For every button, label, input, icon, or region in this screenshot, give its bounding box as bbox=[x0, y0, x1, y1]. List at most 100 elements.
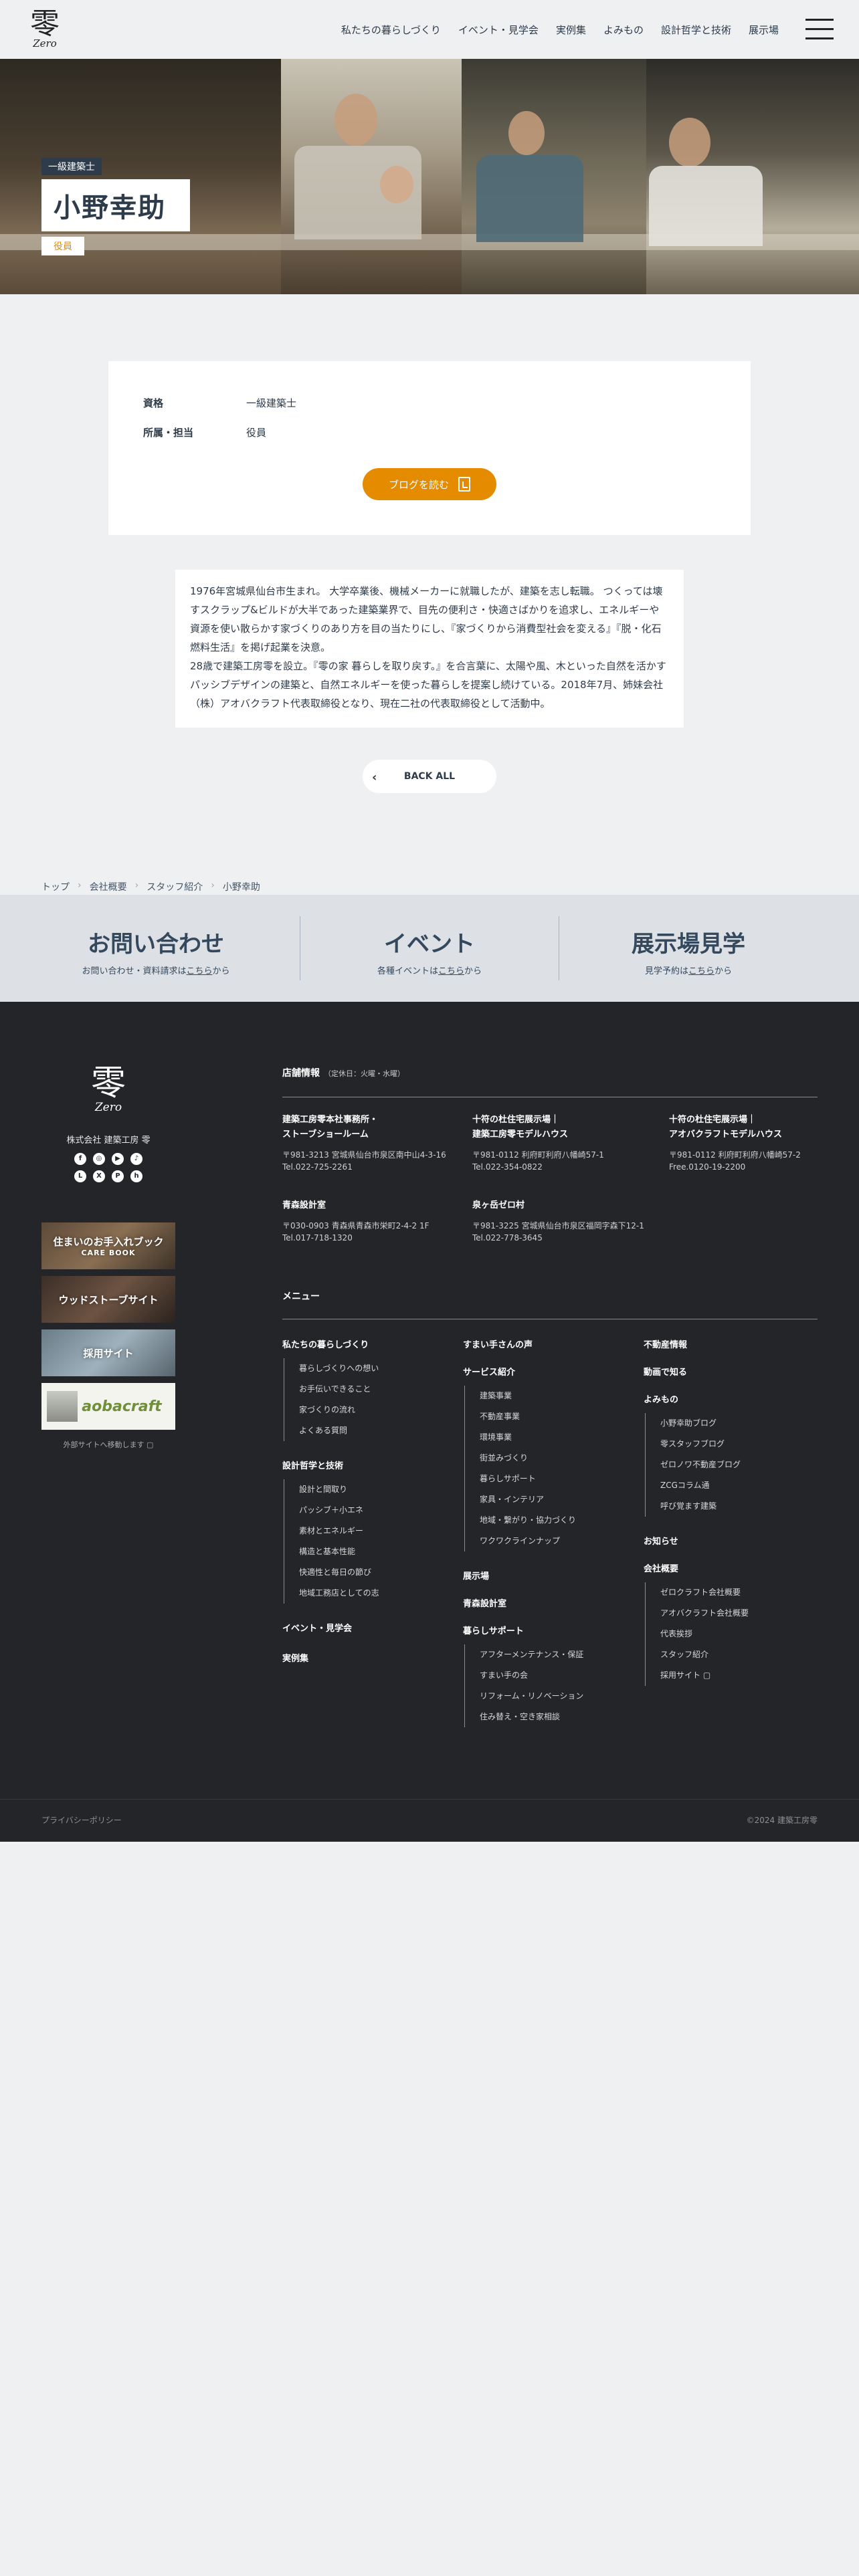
menu-item[interactable]: すまい手の会 bbox=[480, 1665, 637, 1686]
menu-item[interactable]: 零スタッフブログ bbox=[660, 1434, 818, 1455]
menu-item[interactable]: 呼び覚ます建築 bbox=[660, 1496, 818, 1517]
nav-item-works[interactable]: 実例集 bbox=[556, 23, 586, 37]
houzz-icon[interactable]: h bbox=[130, 1170, 142, 1182]
menu-item[interactable]: 街並みづくり bbox=[480, 1448, 637, 1469]
menu-heading[interactable]: 不動産情報 bbox=[644, 1337, 818, 1350]
menu-item[interactable]: 住み替え・空き家相談 bbox=[480, 1707, 637, 1727]
aobacraft-banner[interactable]: aobacraft bbox=[41, 1383, 175, 1430]
menu-item[interactable]: 地域・繋がり・協力づくり bbox=[480, 1510, 637, 1531]
menu-item[interactable]: 暮らしづくりへの想い bbox=[299, 1358, 456, 1379]
wood-stove-banner[interactable]: ウッドストーブサイト bbox=[41, 1276, 175, 1323]
back-all-label: BACK ALL bbox=[403, 771, 456, 782]
menu-item[interactable]: アフターメンテナンス・保証 bbox=[480, 1644, 637, 1665]
menu-item[interactable]: 建築事業 bbox=[480, 1386, 637, 1406]
menu-item[interactable]: 設計と間取り bbox=[299, 1479, 456, 1500]
nav-item-showroom[interactable]: 展示場 bbox=[749, 23, 779, 37]
menu-heading[interactable]: 実例集 bbox=[282, 1651, 456, 1664]
menu-heading[interactable]: すまい手さんの声 bbox=[463, 1337, 637, 1350]
footer-logo[interactable]: 零 Zero bbox=[86, 1066, 131, 1114]
menu-heading[interactable]: お知らせ bbox=[644, 1534, 818, 1547]
menu-heading[interactable]: 会社概要 bbox=[644, 1562, 818, 1574]
menu-heading[interactable]: 暮らしサポート bbox=[463, 1624, 637, 1636]
cta-events[interactable]: イベント 各種イベントはこちらから bbox=[300, 895, 559, 1002]
read-blog-button[interactable]: ブログを読む bbox=[363, 468, 496, 500]
site-logo[interactable]: 零 Zero bbox=[25, 9, 64, 51]
x-twitter-icon[interactable]: X bbox=[93, 1170, 105, 1182]
shop-address: 〒981-3213 宮城県仙台市泉区南中山4-3-16 bbox=[282, 1150, 446, 1160]
menu-column-2: すまい手さんの声 サービス紹介 建築事業 不動産事業 環境事業 街並みづくり 暮… bbox=[463, 1337, 637, 1745]
menu-item[interactable]: 家づくりの流れ bbox=[299, 1400, 456, 1420]
facebook-icon[interactable]: f bbox=[74, 1153, 86, 1165]
shop-item: 青森設計室 〒030-0903 青森県青森市栄町2-4-2 1F Tel.017… bbox=[282, 1198, 463, 1244]
nav-item-life[interactable]: 私たちの暮らしづくり bbox=[341, 23, 441, 37]
shop-tel: Tel.022-778-3645 bbox=[472, 1233, 543, 1243]
site-header: 零 Zero 私たちの暮らしづくり イベント・見学会 実例集 よみもの 設計哲学… bbox=[0, 0, 859, 59]
menu-item[interactable]: アオバクラフト会社概要 bbox=[660, 1603, 818, 1624]
menu-item[interactable]: パッシブ＋小エネ bbox=[299, 1500, 456, 1521]
menu-item[interactable]: 小野幸助ブログ bbox=[660, 1413, 818, 1434]
menu-heading[interactable]: イベント・見学会 bbox=[282, 1621, 456, 1634]
shop-tel: Tel.022-354-0822 bbox=[472, 1162, 543, 1172]
menu-item[interactable]: 地域工務店としての志 bbox=[299, 1583, 456, 1604]
menu-item[interactable]: ワクワクラインナップ bbox=[480, 1531, 637, 1551]
menu-item[interactable]: ゼロクラフト会社概要 bbox=[660, 1582, 818, 1603]
copyright: ©2024 建築工房零 bbox=[746, 1816, 818, 1825]
menu-item[interactable]: 環境事業 bbox=[480, 1427, 637, 1448]
care-book-banner[interactable]: 住まいのお手入れブック CARE BOOK bbox=[41, 1222, 175, 1269]
sns-links: f ◎ ▶ ♪ L X P h bbox=[70, 1153, 147, 1182]
global-nav: 私たちの暮らしづくり イベント・見学会 実例集 よみもの 設計哲学と技術 展示場 bbox=[341, 23, 779, 37]
menu-item[interactable]: 快適性と毎日の節び bbox=[299, 1562, 456, 1583]
cta-contact[interactable]: お問い合わせ お問い合わせ・資料請求はこちらから bbox=[27, 895, 285, 1002]
menu-item[interactable]: リフォーム・リノベーション bbox=[480, 1686, 637, 1707]
menu-sublist: 建築事業 不動産事業 環境事業 街並みづくり 暮らしサポート 家具・インテリア … bbox=[464, 1386, 637, 1551]
line-icon[interactable]: L bbox=[74, 1170, 86, 1182]
menu-item[interactable]: 代表挨拶 bbox=[660, 1624, 818, 1644]
shop-name: 建築工房零本社事務所・ ストーブショールーム bbox=[282, 1115, 379, 1140]
aobacraft-logo: aobacraft bbox=[82, 1398, 162, 1415]
youtube-icon[interactable]: ▶ bbox=[112, 1153, 124, 1165]
nav-item-events[interactable]: イベント・見学会 bbox=[458, 23, 539, 37]
menu-heading[interactable]: 展示場 bbox=[463, 1569, 637, 1582]
shop-item: 建築工房零本社事務所・ ストーブショールーム 〒981-3213 宮城県仙台市泉… bbox=[282, 1113, 463, 1173]
tiktok-icon[interactable]: ♪ bbox=[130, 1153, 142, 1165]
cta-subtitle: 見学予約はこちらから bbox=[644, 966, 733, 976]
menu-item[interactable]: 素材とエネルギー bbox=[299, 1521, 456, 1541]
menu-item[interactable]: ZCGコラム通 bbox=[660, 1475, 818, 1496]
menu-item[interactable]: 不動産事業 bbox=[480, 1406, 637, 1427]
menu-heading[interactable]: 動画で知る bbox=[644, 1365, 818, 1378]
instagram-icon[interactable]: ◎ bbox=[93, 1153, 105, 1165]
menu-heading[interactable]: よみもの bbox=[644, 1392, 818, 1405]
nav-item-philosophy[interactable]: 設計哲学と技術 bbox=[661, 23, 731, 37]
footer-company-name: 株式会社 建築工房 零 bbox=[66, 1136, 151, 1146]
cta-showroom-visit[interactable]: 展示場見学 見学予約はこちらから bbox=[559, 895, 818, 1002]
breadcrumb-staff[interactable]: スタッフ紹介 bbox=[147, 880, 203, 893]
breadcrumb-top[interactable]: トップ bbox=[41, 880, 70, 893]
biography: 1976年宮城県仙台市生まれ。 大学卒業後、機械メーカーに就職したが、建築を志し… bbox=[175, 570, 684, 728]
menu-item[interactable]: お手伝いできること bbox=[299, 1379, 456, 1400]
menu-item[interactable]: 暮らしサポート bbox=[480, 1469, 637, 1489]
menu-item[interactable]: 家具・インテリア bbox=[480, 1489, 637, 1510]
menu-item[interactable]: 構造と基本性能 bbox=[299, 1541, 456, 1562]
breadcrumb-company[interactable]: 会社概要 bbox=[90, 880, 127, 893]
privacy-policy-link[interactable]: プライバシーポリシー bbox=[41, 1814, 122, 1826]
back-all-button[interactable]: ‹ BACK ALL bbox=[363, 760, 496, 793]
recruit-banner[interactable]: 採用サイト bbox=[41, 1329, 175, 1376]
cta-title: お問い合わせ bbox=[88, 931, 224, 958]
menu-heading[interactable]: サービス紹介 bbox=[463, 1365, 637, 1378]
certification-badge: 一級建築士 bbox=[41, 158, 102, 175]
nav-item-reading[interactable]: よみもの bbox=[603, 23, 644, 37]
chevron-right-icon: › bbox=[78, 880, 82, 891]
pinterest-icon[interactable]: P bbox=[112, 1170, 124, 1182]
menu-heading[interactable]: 私たちの暮らしづくり bbox=[282, 1337, 456, 1350]
footer-bottom-bar: プライバシーポリシー ©2024 建築工房零 bbox=[0, 1799, 859, 1842]
menu-item[interactable]: よくある質問 bbox=[299, 1420, 456, 1441]
external-site-note: 外部サイトへ移動します ▢ bbox=[63, 1440, 154, 1449]
menu-heading[interactable]: 青森設計室 bbox=[463, 1596, 637, 1609]
menu-hamburger-icon[interactable] bbox=[805, 19, 834, 40]
menu-item[interactable]: スタッフ紹介 bbox=[660, 1644, 818, 1665]
menu-item[interactable]: ゼロノワ不動産ブログ bbox=[660, 1455, 818, 1475]
shop-name: 泉ヶ岳ゼロ村 bbox=[472, 1200, 525, 1210]
menu-item[interactable]: 採用サイト ▢ bbox=[660, 1665, 818, 1686]
banner-title: 住まいのお手入れブック bbox=[53, 1236, 164, 1248]
menu-heading[interactable]: 設計哲学と技術 bbox=[282, 1459, 456, 1471]
